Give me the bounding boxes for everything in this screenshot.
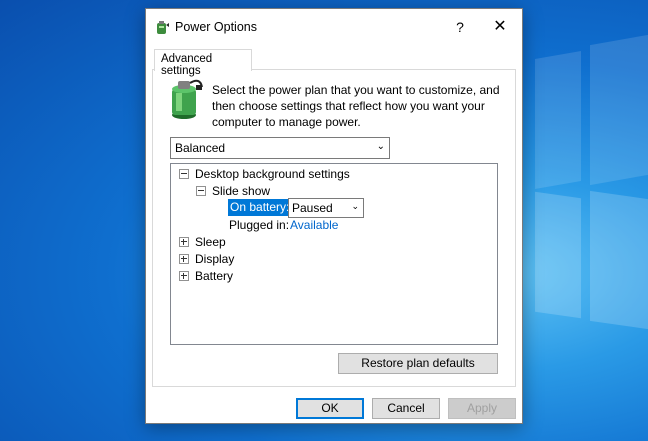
tree-node-desktop-background[interactable]: Desktop background settings [179, 166, 350, 182]
intro-line: Select the power plan that you want to c… [212, 83, 500, 97]
tree-node-label: Sleep [195, 235, 226, 249]
help-button[interactable]: ? [442, 14, 478, 40]
power-options-icon [157, 21, 169, 34]
tree-node-label: Slide show [212, 184, 271, 198]
desktop-beam [535, 191, 581, 319]
title-bar[interactable]: Power Options ? ✕ [146, 9, 522, 44]
desktop-beam [535, 50, 581, 190]
tree-node-display[interactable]: Display [179, 251, 234, 267]
tree-node-label: Display [195, 252, 235, 266]
tree-node-sleep[interactable]: Sleep [179, 234, 226, 250]
desktop-beam [590, 190, 648, 330]
plugged-in-link[interactable]: Available [290, 218, 338, 232]
expand-icon[interactable] [179, 237, 189, 247]
tree-node-label: Desktop background settings [195, 167, 350, 181]
expand-icon[interactable] [179, 254, 189, 264]
plugged-in-label: Plugged in: [229, 218, 290, 232]
tree-node-battery[interactable]: Battery [179, 268, 233, 284]
on-battery-label[interactable]: On battery: [228, 199, 292, 216]
on-battery-value: Paused [292, 201, 333, 215]
expand-icon[interactable] [179, 271, 189, 281]
power-plan-value: Balanced [175, 141, 226, 155]
tab-advanced-settings[interactable]: Advanced settings [154, 49, 252, 77]
on-battery-dropdown[interactable]: Paused ⌄ [288, 198, 364, 218]
tab-label: Advanced settings [161, 53, 213, 77]
chevron-down-icon: ⌄ [351, 201, 359, 211]
collapse-icon[interactable] [179, 169, 189, 179]
battery-plug-icon [172, 79, 203, 119]
restore-plan-defaults-button[interactable]: Restore plan defaults [338, 353, 498, 374]
intro-line: computer to manage power. [212, 115, 361, 129]
collapse-icon[interactable] [196, 186, 206, 196]
ok-button[interactable]: OK [296, 398, 364, 419]
desktop-beam [590, 34, 648, 186]
close-button[interactable]: ✕ [482, 14, 518, 40]
intro-text: Select the power plan that you want to c… [212, 82, 502, 130]
power-plan-dropdown[interactable]: Balanced ⌄ [170, 137, 390, 159]
settings-tree[interactable]: Desktop background settings Slide show O… [170, 163, 498, 345]
power-options-dialog: Power Options ? ✕ Advanced settings Sele… [145, 8, 523, 424]
apply-button[interactable]: Apply [448, 398, 516, 419]
tree-node-label: Battery [195, 269, 234, 283]
window-title: Power Options [175, 20, 257, 34]
tree-node-slide-show[interactable]: Slide show [196, 183, 270, 199]
chevron-down-icon: ⌄ [376, 141, 385, 152]
cancel-button[interactable]: Cancel [372, 398, 440, 419]
intro-line: then choose settings that reflect how yo… [212, 99, 485, 113]
